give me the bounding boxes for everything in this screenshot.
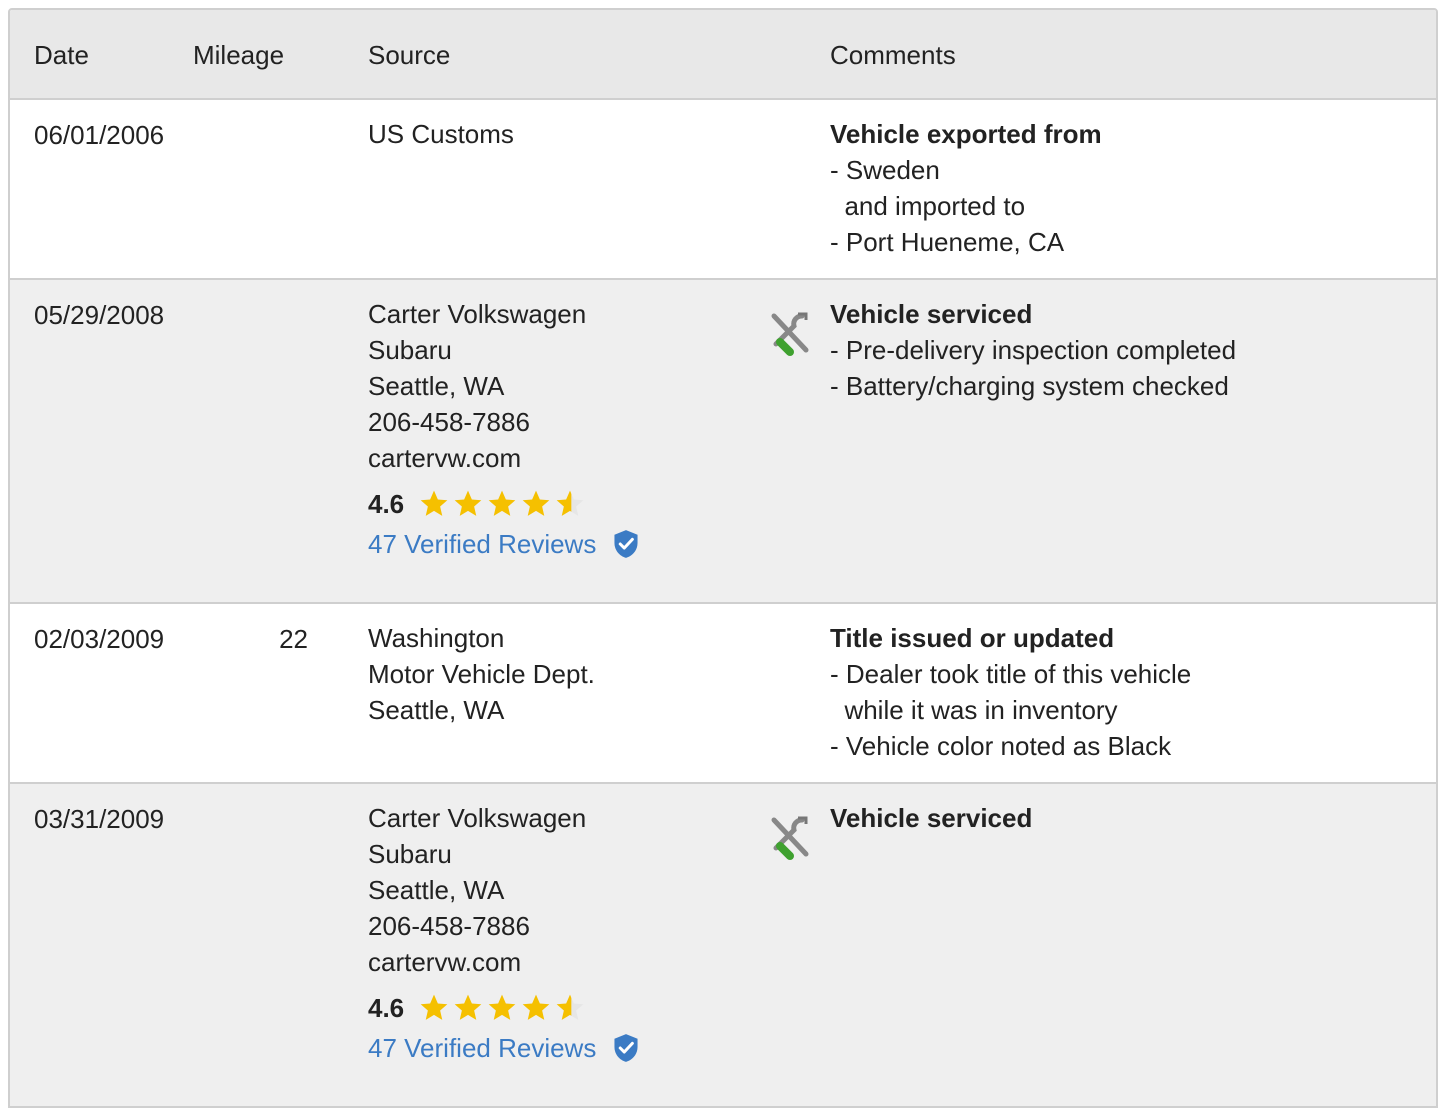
service-tools-icon bbox=[771, 816, 809, 860]
table-header: Date Mileage Source Comments bbox=[10, 10, 1436, 100]
comment-line: - Vehicle color noted as Black bbox=[830, 731, 1172, 761]
table-row: 06/01/2006 US Customs Vehicle exported f… bbox=[10, 100, 1436, 280]
source-line: Washington bbox=[368, 623, 505, 653]
comment-line: and imported to bbox=[830, 191, 1026, 221]
star-icon bbox=[454, 490, 482, 516]
source-line: cartervw.com bbox=[368, 443, 522, 473]
row-source: Washington Motor Vehicle Dept. Seattle, … bbox=[368, 620, 595, 728]
source-line: Carter Volkswagen bbox=[368, 803, 587, 833]
table-row: 05/29/2008 Carter Volkswagen Subaru Seat… bbox=[10, 280, 1436, 604]
half-star-icon bbox=[556, 490, 584, 516]
row-source: US Customs bbox=[368, 116, 514, 152]
row-date: 03/31/2009 bbox=[34, 804, 165, 834]
rating-stars bbox=[418, 992, 586, 1024]
source-line: Subaru bbox=[368, 335, 452, 365]
source-line: Carter Volkswagen bbox=[368, 299, 587, 329]
rating-stars bbox=[418, 488, 586, 520]
row-date: 06/01/2006 bbox=[34, 120, 165, 150]
comment-title: Vehicle exported from bbox=[830, 119, 1102, 149]
comment-line: - Port Hueneme, CA bbox=[830, 227, 1065, 257]
vehicle-history-table: Date Mileage Source Comments 06/01/2006 … bbox=[8, 8, 1438, 1108]
comment-line: - Pre-delivery inspection completed bbox=[830, 335, 1237, 365]
row-source: Carter Volkswagen Subaru Seattle, WA 206… bbox=[368, 296, 640, 564]
header-date: Date bbox=[34, 40, 89, 70]
star-icon bbox=[522, 994, 550, 1020]
source-line: Motor Vehicle Dept. bbox=[368, 659, 595, 689]
verified-reviews-link[interactable]: 47 Verified Reviews bbox=[368, 1028, 640, 1068]
rating-value: 4.6 bbox=[368, 993, 405, 1023]
row-mileage: 22 bbox=[279, 624, 308, 654]
source-line: Seattle, WA bbox=[368, 875, 505, 905]
star-icon bbox=[522, 490, 550, 516]
verified-shield-icon bbox=[614, 1034, 638, 1062]
row-date: 02/03/2009 bbox=[34, 624, 165, 654]
source-line: Seattle, WA bbox=[368, 371, 505, 401]
source-line: Seattle, WA bbox=[368, 695, 505, 725]
star-icon bbox=[454, 994, 482, 1020]
source-line: 206-458-7886 bbox=[368, 407, 530, 437]
header-comments: Comments bbox=[830, 40, 956, 70]
rating-value: 4.6 bbox=[368, 489, 405, 519]
row-comments: Vehicle exported from - Sweden and impor… bbox=[830, 116, 1102, 260]
source-line: Subaru bbox=[368, 839, 452, 869]
service-tools-icon bbox=[771, 312, 809, 356]
verified-shield-icon bbox=[614, 530, 638, 558]
table-row: 03/31/2009 Carter Volkswagen Subaru Seat… bbox=[10, 784, 1436, 1106]
dealer-rating: 4.6 bbox=[368, 484, 640, 524]
comment-title: Vehicle serviced bbox=[830, 299, 1033, 329]
row-source: Carter Volkswagen Subaru Seattle, WA 206… bbox=[368, 800, 640, 1068]
star-icon bbox=[488, 994, 516, 1020]
source-line: cartervw.com bbox=[368, 947, 522, 977]
comment-line: while it was in inventory bbox=[830, 695, 1118, 725]
source-line: 206-458-7886 bbox=[368, 911, 530, 941]
table-row: 02/03/2009 22 Washington Motor Vehicle D… bbox=[10, 604, 1436, 784]
comment-line: - Battery/charging system checked bbox=[830, 371, 1229, 401]
source-line: US Customs bbox=[368, 119, 514, 149]
comment-title: Title issued or updated bbox=[830, 623, 1115, 653]
verified-reviews-link[interactable]: 47 Verified Reviews bbox=[368, 524, 640, 564]
star-icon bbox=[420, 490, 448, 516]
star-icon bbox=[488, 490, 516, 516]
row-comments: Title issued or updated - Dealer took ti… bbox=[830, 620, 1191, 764]
header-source: Source bbox=[368, 40, 451, 70]
row-comments: Vehicle serviced - Pre-delivery inspecti… bbox=[830, 296, 1236, 404]
star-icon bbox=[420, 994, 448, 1020]
comment-line: - Sweden bbox=[830, 155, 940, 185]
reviews-label: 47 Verified Reviews bbox=[368, 529, 597, 559]
half-star-icon bbox=[556, 994, 584, 1020]
row-comments: Vehicle serviced bbox=[830, 800, 1032, 836]
header-mileage: Mileage bbox=[193, 40, 285, 70]
reviews-label: 47 Verified Reviews bbox=[368, 1033, 597, 1063]
comment-line: - Dealer took title of this vehicle bbox=[830, 659, 1192, 689]
row-date: 05/29/2008 bbox=[34, 300, 165, 330]
dealer-rating: 4.6 bbox=[368, 988, 640, 1028]
comment-title: Vehicle serviced bbox=[830, 803, 1033, 833]
